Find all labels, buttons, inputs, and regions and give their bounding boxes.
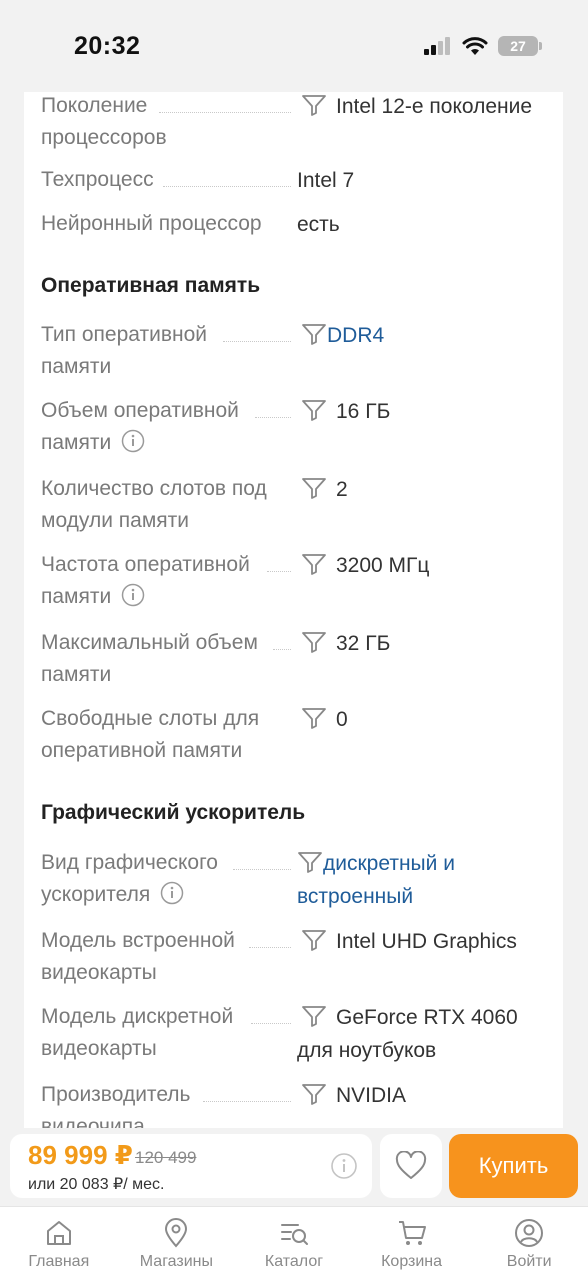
dotted-leader	[273, 649, 291, 650]
info-icon[interactable]	[160, 881, 184, 905]
wifi-icon	[462, 37, 488, 55]
price-box: 89 999 ₽ 120 499 или 20 083 ₽/ мес.	[10, 1134, 372, 1198]
spec-value: GeForce RTX 4060 для ноутбуков	[297, 1005, 518, 1062]
spec-value: NVIDIA	[301, 1079, 563, 1112]
spec-value: есть	[297, 213, 340, 236]
spec-label: Вид графического ускорителя	[41, 851, 218, 906]
spec-value: 16 ГБ	[301, 395, 563, 428]
spec-label: Модель встроенной видеокарты	[41, 929, 235, 984]
dotted-leader	[163, 186, 291, 187]
spec-label: Техпроцесс	[41, 168, 154, 191]
spec-label: Количество слотов под модули памяти	[41, 477, 267, 532]
spec-value[interactable]: дискретный и встроенный	[297, 847, 559, 913]
spec-label: Объем оперативной памяти	[41, 399, 239, 454]
price-old: 120 499	[135, 1148, 197, 1167]
filter-icon[interactable]	[301, 929, 327, 951]
price-monthly: или 20 083 ₽/ мес.	[28, 1176, 165, 1193]
filter-icon[interactable]	[301, 1083, 327, 1105]
spec-label: Поколение процессоров	[41, 94, 167, 149]
catalog-search-icon	[280, 1224, 308, 1245]
filter-icon[interactable]	[301, 707, 327, 729]
battery-indicator: 27	[498, 36, 542, 56]
tab-catalog[interactable]: Каталог	[235, 1207, 353, 1280]
tab-stores[interactable]: Магазины	[118, 1207, 236, 1280]
filter-icon[interactable]	[301, 477, 327, 499]
cart-icon	[398, 1221, 426, 1245]
price-current: 89 999 ₽	[28, 1140, 133, 1170]
home-icon	[46, 1221, 71, 1245]
spec-value: Intel UHD Graphics	[301, 925, 563, 958]
status-icons: 27	[424, 36, 542, 56]
dotted-leader	[267, 571, 291, 572]
status-bar: 20:32 27	[0, 0, 588, 92]
filter-icon[interactable]	[301, 94, 327, 116]
spec-label: Производитель видеочипа	[41, 1083, 191, 1132]
dotted-leader	[159, 112, 291, 113]
section-title-ram: Оперативная память	[41, 274, 261, 297]
spec-value[interactable]: DDR4	[301, 319, 563, 352]
map-pin-icon	[165, 1218, 188, 1248]
spec-value: 0	[301, 703, 563, 736]
tab-label: Войти	[506, 1253, 552, 1270]
filter-icon[interactable]	[301, 399, 327, 421]
spec-label: Нейронный процессор	[41, 212, 262, 235]
dotted-leader	[223, 341, 291, 342]
tab-label: Главная	[28, 1253, 90, 1270]
dotted-leader	[249, 947, 291, 948]
spec-value: 3200 МГц	[301, 549, 563, 582]
spec-value: 32 ГБ	[301, 627, 563, 660]
filter-icon[interactable]	[297, 851, 323, 873]
tab-cart[interactable]: Корзина	[353, 1207, 471, 1280]
section-title-gpu: Графический ускоритель	[41, 801, 306, 824]
dotted-leader	[203, 1101, 291, 1102]
status-time: 20:32	[74, 32, 141, 60]
spec-value: Intel 7	[297, 169, 355, 192]
spec-label: Модель дискретной видеокарты	[41, 1005, 234, 1060]
tab-label: Каталог	[264, 1253, 324, 1270]
filter-icon[interactable]	[301, 1005, 327, 1027]
tab-label: Корзина	[381, 1253, 443, 1270]
dotted-leader	[251, 1023, 291, 1024]
tab-login[interactable]: Войти	[470, 1207, 588, 1280]
specs-card: Поколение процессоров Intel 12-е поколени…	[24, 92, 563, 1132]
user-icon	[515, 1219, 544, 1247]
spec-label: Свободные слоты для оперативной памяти	[41, 707, 260, 762]
filter-icon[interactable]	[301, 323, 327, 345]
tab-label: Магазины	[139, 1253, 213, 1270]
signal-icon	[424, 37, 450, 55]
info-icon[interactable]	[121, 429, 145, 453]
spec-label: Максимальный объем памяти	[41, 631, 258, 686]
spec-value: 2	[301, 473, 563, 506]
info-icon[interactable]	[330, 1152, 358, 1180]
dotted-leader	[255, 417, 291, 418]
info-icon[interactable]	[121, 583, 145, 607]
spec-label: Частота оперативной памяти	[41, 553, 250, 608]
filter-icon[interactable]	[301, 631, 327, 653]
buy-bar: 89 999 ₽ 120 499 или 20 083 ₽/ мес. Купи…	[0, 1128, 588, 1208]
buy-button[interactable]: Купить	[449, 1134, 578, 1198]
spec-label: Тип оперативной памяти	[41, 323, 207, 378]
favorite-button[interactable]	[380, 1134, 442, 1198]
spec-value: Intel 12-е поколение	[301, 92, 563, 123]
tab-home[interactable]: Главная	[0, 1207, 118, 1280]
bottom-tab-bar: Главная Магазины Каталог Корзина Войти	[0, 1206, 588, 1280]
filter-icon[interactable]	[301, 553, 327, 575]
dotted-leader	[233, 869, 291, 870]
heart-icon	[395, 1151, 427, 1179]
